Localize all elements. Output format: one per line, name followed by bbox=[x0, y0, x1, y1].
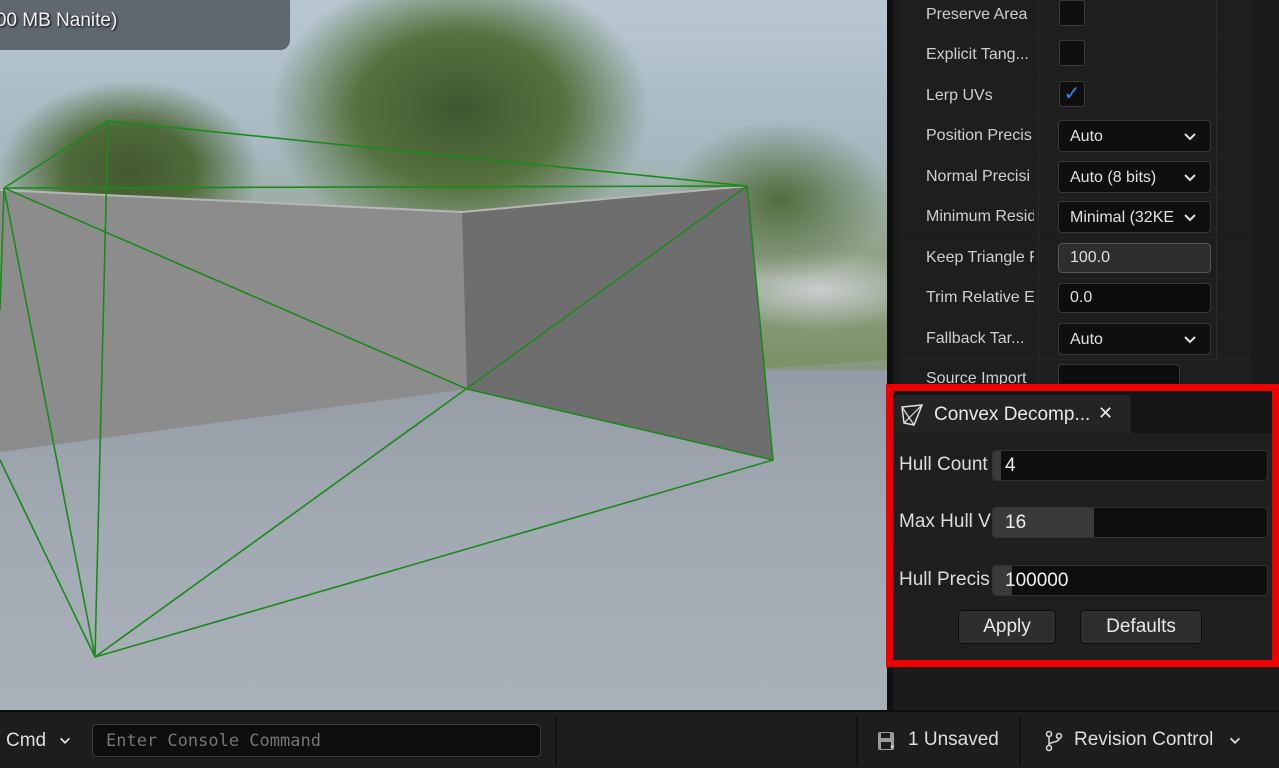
prop-row-trim-relative-error: Trim Relative E 0.0 bbox=[899, 279, 1250, 319]
level-viewport[interactable]: 0.00 MB Nanite) bbox=[0, 0, 887, 710]
slider-value: 4 bbox=[1005, 455, 1016, 476]
prop-row-fallback-target: Fallback Tar... Auto bbox=[899, 320, 1250, 360]
dropdown-value: Auto (8 bits) bbox=[1070, 169, 1157, 186]
prop-label: Explicit Tang... bbox=[926, 46, 1029, 63]
prop-row-minimum-residency: Minimum Resid Minimal (32KE bbox=[899, 198, 1250, 238]
prop-row-position-precision: Position Precis Auto bbox=[899, 117, 1250, 157]
status-bar: Cmd * 1 Unsaved Revision Control bbox=[0, 710, 1279, 768]
prop-label: Preserve Area bbox=[926, 6, 1028, 23]
hull-count-row: Hull Count 4 bbox=[893, 445, 1272, 485]
prop-row-normal-precision: Normal Precisi Auto (8 bits) bbox=[899, 158, 1250, 198]
cmd-dropdown[interactable]: Cmd bbox=[0, 720, 84, 760]
apply-button[interactable]: Apply bbox=[958, 610, 1056, 644]
separator bbox=[856, 716, 858, 766]
chevron-down-icon bbox=[1184, 174, 1196, 182]
chevron-down-icon bbox=[1184, 133, 1196, 141]
unsaved-label: 1 Unsaved bbox=[908, 729, 999, 750]
save-file-icon: * bbox=[878, 732, 895, 752]
prop-row-explicit-tangents: Explicit Tang... bbox=[899, 36, 1250, 76]
lerp-uvs-checkbox[interactable]: ✓ bbox=[1059, 81, 1085, 107]
max-hull-verts-row: Max Hull V 16 bbox=[893, 502, 1272, 542]
chevron-down-icon bbox=[1230, 737, 1240, 744]
tab-title: Convex Decomp... bbox=[934, 404, 1091, 425]
prop-row-keep-triangle-percent: Keep Triangle F 100.0 bbox=[899, 239, 1250, 279]
prop-label: Lerp UVs bbox=[926, 87, 993, 104]
fallback-target-dropdown[interactable]: Auto bbox=[1058, 323, 1211, 355]
hull-count-label: Hull Count bbox=[899, 454, 988, 475]
convex-hull-icon bbox=[901, 404, 924, 426]
max-hull-verts-slider[interactable]: 16 bbox=[992, 507, 1268, 538]
prop-label: Trim Relative E bbox=[926, 289, 1034, 306]
close-icon[interactable]: ✕ bbox=[1098, 403, 1113, 424]
viewport-stats-text: 0.00 MB Nanite) bbox=[0, 10, 118, 31]
mesh-preview bbox=[0, 120, 887, 710]
slider-value: 16 bbox=[1005, 512, 1027, 533]
hull-count-slider[interactable]: 4 bbox=[992, 450, 1268, 481]
trim-relative-error-field[interactable]: 0.0 bbox=[1058, 283, 1211, 313]
convex-decomposition-panel: Convex Decomp... ✕ Hull Count 4 Max Hull… bbox=[886, 384, 1279, 667]
convex-decomposition-body: Hull Count 4 Max Hull V 16 Hull Precis 1… bbox=[893, 433, 1272, 660]
tab-convex-decomposition[interactable]: Convex Decomp... ✕ bbox=[893, 395, 1131, 433]
explicit-tangents-checkbox[interactable] bbox=[1059, 40, 1085, 66]
hull-precision-slider[interactable]: 100000 bbox=[992, 565, 1268, 596]
dropdown-value: Auto bbox=[1070, 331, 1103, 348]
keep-triangle-percent-field[interactable]: 100.0 bbox=[1058, 243, 1211, 273]
revision-control-button[interactable]: Revision Control bbox=[1038, 720, 1258, 760]
position-precision-dropdown[interactable]: Auto bbox=[1058, 120, 1211, 152]
defaults-button[interactable]: Defaults bbox=[1080, 610, 1202, 644]
button-row: Apply Defaults bbox=[893, 610, 1272, 650]
separator bbox=[1019, 716, 1021, 766]
max-hull-verts-label: Max Hull V bbox=[899, 511, 991, 532]
prop-label: Minimum Resid bbox=[926, 208, 1034, 225]
separator bbox=[555, 716, 557, 766]
hull-precision-label: Hull Precis bbox=[899, 569, 990, 590]
dropdown-value: Auto bbox=[1070, 128, 1103, 145]
viewport-stats-overlay: 0.00 MB Nanite) bbox=[0, 0, 290, 50]
hull-precision-row: Hull Precis 100000 bbox=[893, 560, 1272, 600]
prop-label: Normal Precisi bbox=[926, 168, 1031, 185]
preserve-area-checkbox[interactable] bbox=[1059, 0, 1085, 26]
chevron-down-icon bbox=[1184, 336, 1196, 344]
chevron-down-icon bbox=[1184, 214, 1196, 222]
prop-label: Fallback Tar... bbox=[926, 330, 1025, 347]
checkmark-icon: ✓ bbox=[1063, 83, 1081, 105]
svg-text:*: * bbox=[890, 743, 895, 752]
dropdown-value: Minimal (32KE bbox=[1070, 209, 1175, 226]
revision-control-label: Revision Control bbox=[1074, 729, 1214, 750]
unsaved-button[interactable]: * 1 Unsaved bbox=[872, 720, 1012, 760]
prop-row-lerp-uvs: Lerp UVs ✓ bbox=[899, 77, 1250, 117]
prop-label: Keep Triangle F bbox=[926, 249, 1034, 266]
console-command-input[interactable] bbox=[92, 724, 541, 757]
cmd-label: Cmd bbox=[6, 730, 47, 751]
minimum-residency-dropdown[interactable]: Minimal (32KE bbox=[1058, 201, 1211, 233]
normal-precision-dropdown[interactable]: Auto (8 bits) bbox=[1058, 161, 1211, 193]
branch-icon bbox=[1045, 730, 1063, 752]
prop-label: Position Precis bbox=[926, 127, 1032, 144]
slider-fill bbox=[993, 451, 1002, 480]
prop-row-preserve-area: Preserve Area bbox=[899, 0, 1250, 36]
slider-value: 100000 bbox=[1005, 570, 1069, 591]
chevron-down-icon bbox=[60, 737, 70, 744]
